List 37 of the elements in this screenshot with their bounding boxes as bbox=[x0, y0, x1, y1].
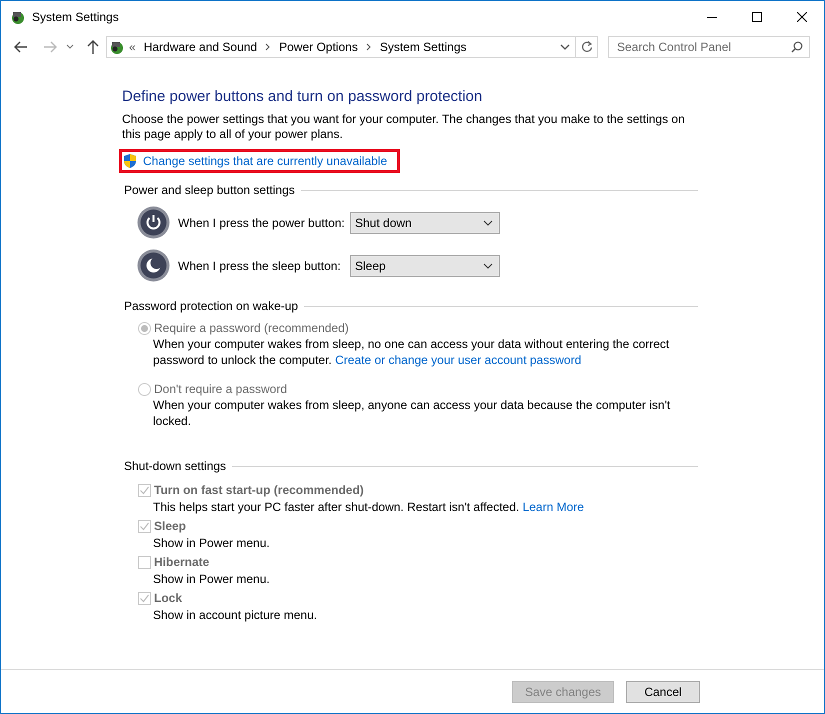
breadcrumb-item[interactable]: System Settings bbox=[376, 40, 471, 54]
refresh-button[interactable] bbox=[576, 36, 598, 58]
option-description: When your computer wakes from sleep, anyone can access your data because the computer isn't locked. bbox=[153, 398, 672, 429]
refresh-icon[interactable] bbox=[580, 41, 592, 53]
option-description: Show in account picture menu. bbox=[153, 608, 318, 622]
chevron-down-icon bbox=[483, 220, 493, 226]
chevron-down-icon bbox=[483, 262, 493, 268]
dropdown[interactable]: Sleep bbox=[350, 254, 500, 276]
option-description: When your computer wakes from sleep, no one can access your data without entering the correct password to unlock the computer. Create or change your user account password bbox=[153, 337, 670, 368]
breadcrumb-item[interactable]: Hardware and Sound bbox=[140, 40, 262, 54]
overflow-mark[interactable]: « bbox=[125, 40, 140, 54]
option-description: This helps start your PC faster after shut-down. Restart isn't affected. Learn More bbox=[153, 500, 585, 514]
window-title: System Settings bbox=[32, 10, 120, 24]
section-title: Power and sleep button settings bbox=[123, 183, 295, 197]
chevron-right-icon[interactable] bbox=[366, 43, 372, 51]
setting-label: When I press the sleep button: bbox=[178, 258, 342, 272]
option-description: Show in Power menu. bbox=[153, 536, 271, 550]
search-field[interactable]: Search Control Panel bbox=[608, 36, 810, 58]
close-icon[interactable] bbox=[796, 12, 806, 22]
breadcrumb-item[interactable]: Power Options bbox=[275, 40, 362, 54]
power-options-icon bbox=[109, 39, 125, 55]
chevron-right-icon[interactable] bbox=[265, 43, 272, 51]
section-title: Shut-down settings bbox=[123, 459, 226, 473]
intro-text: Choose the power settings that you want for your computer. The changes that you make to the settings on this page apply to all of your power plans. bbox=[122, 112, 686, 142]
option-description: Show in Power menu. bbox=[153, 572, 271, 586]
dropdown[interactable]: Shut down bbox=[350, 212, 500, 234]
search-icon[interactable] bbox=[791, 41, 803, 53]
maximize-icon[interactable] bbox=[752, 12, 762, 22]
sleep-icon bbox=[137, 249, 170, 282]
power-icon bbox=[137, 206, 170, 239]
setting-label: When I press the power button: bbox=[178, 216, 346, 230]
address-bar[interactable]: « Hardware and Sound Power Options System Settings bbox=[106, 36, 576, 58]
cancel-button[interactable]: Cancel bbox=[626, 680, 700, 702]
page-heading: Define power buttons and turn on password protection bbox=[122, 88, 484, 105]
change-settings-link[interactable]: Change settings that are currently unavailable bbox=[143, 154, 388, 168]
shield-icon bbox=[122, 153, 138, 169]
section-title: Password protection on wake-up bbox=[123, 299, 298, 313]
